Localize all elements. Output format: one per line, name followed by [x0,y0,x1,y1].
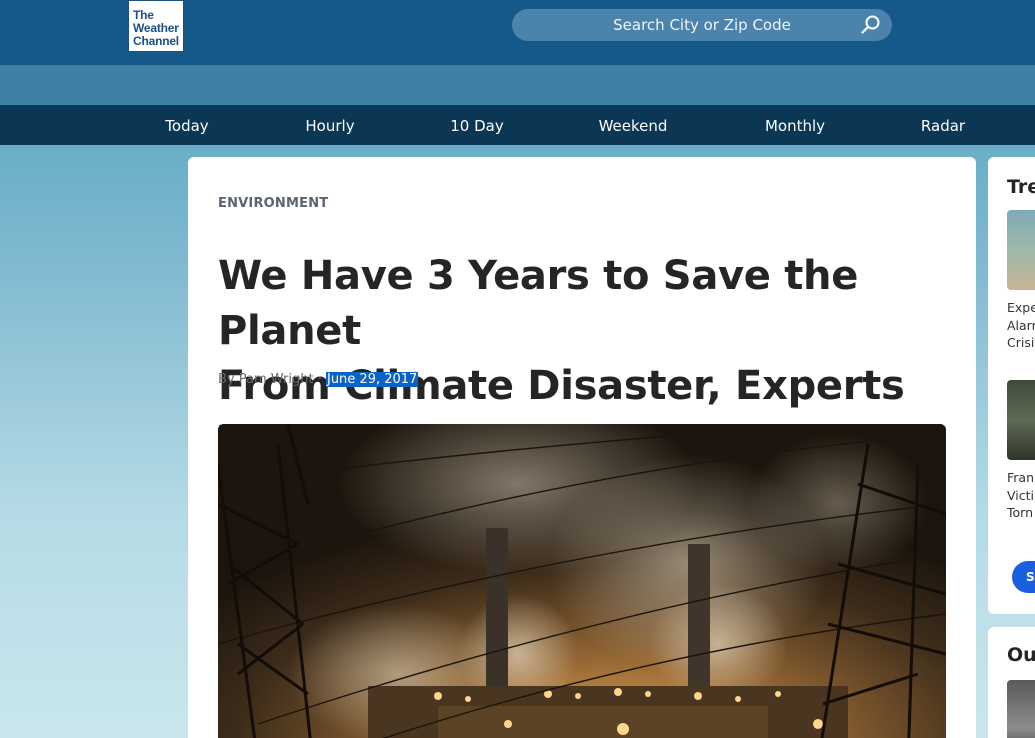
nav-hourly[interactable]: Hourly [305,105,354,145]
see-more-button[interactable]: S [1012,561,1035,593]
trending-item-1[interactable]: Expe Alarr Crisis [1007,299,1035,352]
trending-thumb-2[interactable] [1007,380,1035,460]
trending-item-1-line-2: Alarr [1007,317,1035,333]
hero-image-power-plant[interactable] [218,424,946,738]
trending-item-2-line-3: Torn [1007,505,1034,520]
search-bar [512,9,892,41]
trending-thumb-1[interactable] [1007,210,1035,290]
main-nav: Today Hourly 10 Day Weekend Monthly Rada… [0,105,1035,145]
search-input[interactable] [552,16,852,34]
byline-author[interactable]: By Pam Wright · [218,372,326,387]
trending-item-1-line-3: Crisis [1007,335,1035,350]
headline-line-1: We Have 3 Years to Save the Planet [218,253,859,354]
power-plant-illustration [218,424,946,738]
trending-item-1-line-1: Expe [1007,300,1035,315]
logo-line-3: Channel [133,34,179,48]
secondary-thumb-1[interactable] [1007,680,1035,738]
trending-item-2[interactable]: Fran Victi Torn [1007,469,1034,522]
search-icon[interactable] [860,14,882,36]
nav-today[interactable]: Today [165,105,208,145]
secondary-title: Ou [1007,644,1035,666]
trending-title: Tre [1007,176,1035,198]
nav-10-day[interactable]: 10 Day [450,105,503,145]
sub-header-bar [0,65,1035,105]
secondary-panel: Ou [988,627,1035,738]
article-card: ENVIRONMENT We Have 3 Years to Save the … [188,157,976,738]
article-byline: By Pam Wright · June 29, 2017 [218,372,419,387]
nav-weekend[interactable]: Weekend [599,105,668,145]
article-category[interactable]: ENVIRONMENT [218,196,328,211]
trending-panel: Tre Expe Alarr Crisis Fran Victi Torn S [988,157,1035,614]
trending-item-2-line-2: Victi [1007,487,1034,503]
article-date: June 29, 2017 [325,372,419,387]
nav-radar[interactable]: Radar [921,105,965,145]
nav-monthly[interactable]: Monthly [765,105,825,145]
weather-channel-logo[interactable]: The Weather Channel [128,0,184,52]
trending-item-2-line-1: Fran [1007,470,1035,485]
top-header: The Weather Channel [0,0,1035,65]
